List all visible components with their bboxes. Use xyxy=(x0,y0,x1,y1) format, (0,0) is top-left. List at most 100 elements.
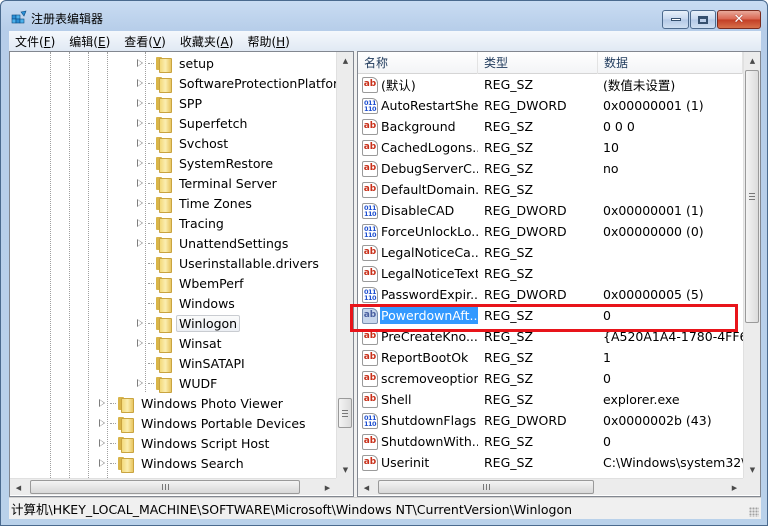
list-horizontal-scrollbar[interactable]: ◀ ▶ xyxy=(358,478,743,495)
tree-item-label: SystemRestore xyxy=(179,155,274,171)
tree-connector xyxy=(136,299,145,308)
string-value-icon: ab xyxy=(362,370,378,387)
expand-arrow-icon[interactable] xyxy=(136,338,145,348)
tree-connector xyxy=(148,122,154,124)
tree-item[interactable]: SPP xyxy=(136,93,205,113)
scroll-left-arrow-icon[interactable]: ◀ xyxy=(358,479,375,496)
column-header-name[interactable]: 名称 xyxy=(358,52,478,74)
value-row[interactable]: 011 110 DisableCAD REG_DWORD 0x00000001 (1) xyxy=(358,200,743,221)
maximize-icon xyxy=(698,15,708,24)
tree-item[interactable]: Windows Portable Devices xyxy=(98,413,309,433)
minimize-button[interactable] xyxy=(662,10,689,29)
expand-arrow-icon[interactable] xyxy=(136,198,145,208)
menu-edit[interactable]: 编辑(E) xyxy=(63,33,116,50)
expand-arrow-icon[interactable] xyxy=(136,158,145,168)
menu-file[interactable]: 文件(F) xyxy=(9,33,61,50)
value-row[interactable]: ab ReportBootOk REG_SZ 1 xyxy=(358,347,743,368)
expand-arrow-icon[interactable] xyxy=(98,458,107,468)
expand-arrow-icon[interactable] xyxy=(98,438,107,448)
menu-help[interactable]: 帮助(H) xyxy=(241,33,295,50)
tree-item[interactable]: Tracing xyxy=(136,213,227,233)
value-row[interactable]: ab DefaultDomain... REG_SZ xyxy=(358,179,743,200)
tree-item[interactable]: WinSATAPI xyxy=(136,353,248,373)
tree-vertical-scrollbar[interactable]: ▲ ▼ xyxy=(336,52,353,478)
menu-view[interactable]: 查看(V) xyxy=(118,33,172,50)
scroll-up-arrow-icon[interactable]: ▲ xyxy=(744,52,760,69)
string-value-icon: ab xyxy=(362,454,378,471)
scroll-right-arrow-icon[interactable]: ▶ xyxy=(319,479,336,496)
expand-arrow-icon[interactable] xyxy=(136,218,145,228)
tree-item[interactable]: Svchost xyxy=(136,133,231,153)
expand-arrow-icon[interactable] xyxy=(98,398,107,408)
scroll-down-arrow-icon[interactable]: ▼ xyxy=(337,461,353,478)
tree-item[interactable]: UnattendSettings xyxy=(136,233,291,253)
value-name-cell: ab LegalNoticeCa... xyxy=(358,244,478,261)
value-row[interactable]: ab CachedLogons... REG_SZ 10 xyxy=(358,137,743,158)
tree-vscroll-thumb[interactable] xyxy=(338,398,352,428)
expand-arrow-icon[interactable] xyxy=(136,78,145,88)
tree-item[interactable]: Terminal Server xyxy=(136,173,280,193)
value-row[interactable]: ab scremoveoption REG_SZ 0 xyxy=(358,368,743,389)
expand-arrow-icon[interactable] xyxy=(136,178,145,188)
tree-item[interactable]: SoftwareProtectionPlatform xyxy=(136,73,336,93)
value-row[interactable]: 011 110 ShutdownFlags REG_DWORD 0x0000002b (… xyxy=(358,410,743,431)
expand-arrow-icon[interactable] xyxy=(136,138,145,148)
tree-item[interactable]: Windows Search xyxy=(98,453,247,473)
tree-hscroll-thumb[interactable] xyxy=(30,480,300,494)
expand-arrow-icon[interactable] xyxy=(136,118,145,128)
value-name: LegalNoticeCa... xyxy=(381,245,478,260)
column-header-type[interactable]: 类型 xyxy=(478,52,598,74)
scroll-up-arrow-icon[interactable]: ▲ xyxy=(337,52,353,69)
tree-item[interactable]: Superfetch xyxy=(136,113,250,133)
scroll-right-arrow-icon[interactable]: ▶ xyxy=(726,479,743,496)
scroll-left-arrow-icon[interactable]: ◀ xyxy=(10,479,27,496)
tree-item[interactable]: Time Zones xyxy=(136,193,255,213)
tree-connector xyxy=(148,142,154,144)
value-row[interactable]: 011 110 AutoRestartShell REG_DWORD 0x0000000… xyxy=(358,95,743,116)
tree-item[interactable]: setup xyxy=(136,53,217,73)
value-row[interactable]: ab Background REG_SZ 0 0 0 xyxy=(358,116,743,137)
close-button[interactable]: ✕ xyxy=(717,10,761,29)
tree-item[interactable]: Winlogon xyxy=(136,313,241,333)
tree-item[interactable]: Windows xyxy=(136,293,238,313)
list-vscroll-thumb[interactable] xyxy=(745,70,759,323)
tree-item[interactable]: SystemRestore xyxy=(136,153,276,173)
binary-dword-value-icon: 011 110 xyxy=(362,202,378,219)
value-row[interactable]: ab PowerdownAft... REG_SZ 0 xyxy=(358,305,743,326)
title-bar[interactable]: 注册表编辑器 ✕ xyxy=(1,1,767,31)
value-type: REG_DWORD xyxy=(484,203,567,218)
value-row[interactable]: ab Shell REG_SZ explorer.exe xyxy=(358,389,743,410)
value-row[interactable]: ab PreCreateKno... REG_SZ {A520A1A4-1780-4F… xyxy=(358,326,743,347)
value-row[interactable]: ab DebugServerC... REG_SZ no xyxy=(358,158,743,179)
expand-arrow-icon[interactable] xyxy=(136,318,145,328)
value-row[interactable]: ab LegalNoticeCa... REG_SZ xyxy=(358,242,743,263)
expand-arrow-icon[interactable] xyxy=(136,58,145,68)
resize-grip-icon[interactable] xyxy=(749,507,759,517)
tree-item[interactable]: WUDF xyxy=(136,373,220,393)
value-row[interactable]: 011 110 PasswordExpir... REG_DWORD 0x0000000… xyxy=(358,284,743,305)
list-vertical-scrollbar[interactable]: ▲ ▼ xyxy=(743,52,760,478)
tree-horizontal-scrollbar[interactable]: ◀ ▶ xyxy=(10,478,336,495)
list-hscroll-thumb[interactable] xyxy=(378,480,594,494)
value-data: 0 xyxy=(603,434,611,449)
value-row[interactable]: 011 110 ForceUnlockLo... REG_DWORD 0x0000000… xyxy=(358,221,743,242)
value-name: (默认) xyxy=(381,78,416,93)
scroll-down-arrow-icon[interactable]: ▼ xyxy=(744,461,760,478)
menu-favorites[interactable]: 收藏夹(A) xyxy=(174,33,240,50)
value-row[interactable]: ab ShutdownWith... REG_SZ 0 xyxy=(358,431,743,452)
tree-item[interactable]: Winsat xyxy=(136,333,225,353)
tree-item[interactable]: WbemPerf xyxy=(136,273,246,293)
value-row[interactable]: ab LegalNoticeText REG_SZ xyxy=(358,263,743,284)
tree-item[interactable]: Userinstallable.drivers xyxy=(136,253,322,273)
value-row[interactable]: ab Userinit REG_SZ C:\Windows\system32\u xyxy=(358,452,743,473)
maximize-button[interactable] xyxy=(690,10,716,29)
tree-connector xyxy=(148,382,154,384)
value-row[interactable]: ab (默认) REG_SZ (数值未设置) xyxy=(358,74,743,95)
expand-arrow-icon[interactable] xyxy=(136,98,145,108)
tree-item[interactable]: Windows Photo Viewer xyxy=(98,393,286,413)
expand-arrow-icon[interactable] xyxy=(136,238,145,248)
expand-arrow-icon[interactable] xyxy=(98,418,107,428)
tree-item[interactable]: Windows Script Host xyxy=(98,433,272,453)
column-header-data[interactable]: 数据 xyxy=(598,52,743,74)
expand-arrow-icon[interactable] xyxy=(136,378,145,388)
